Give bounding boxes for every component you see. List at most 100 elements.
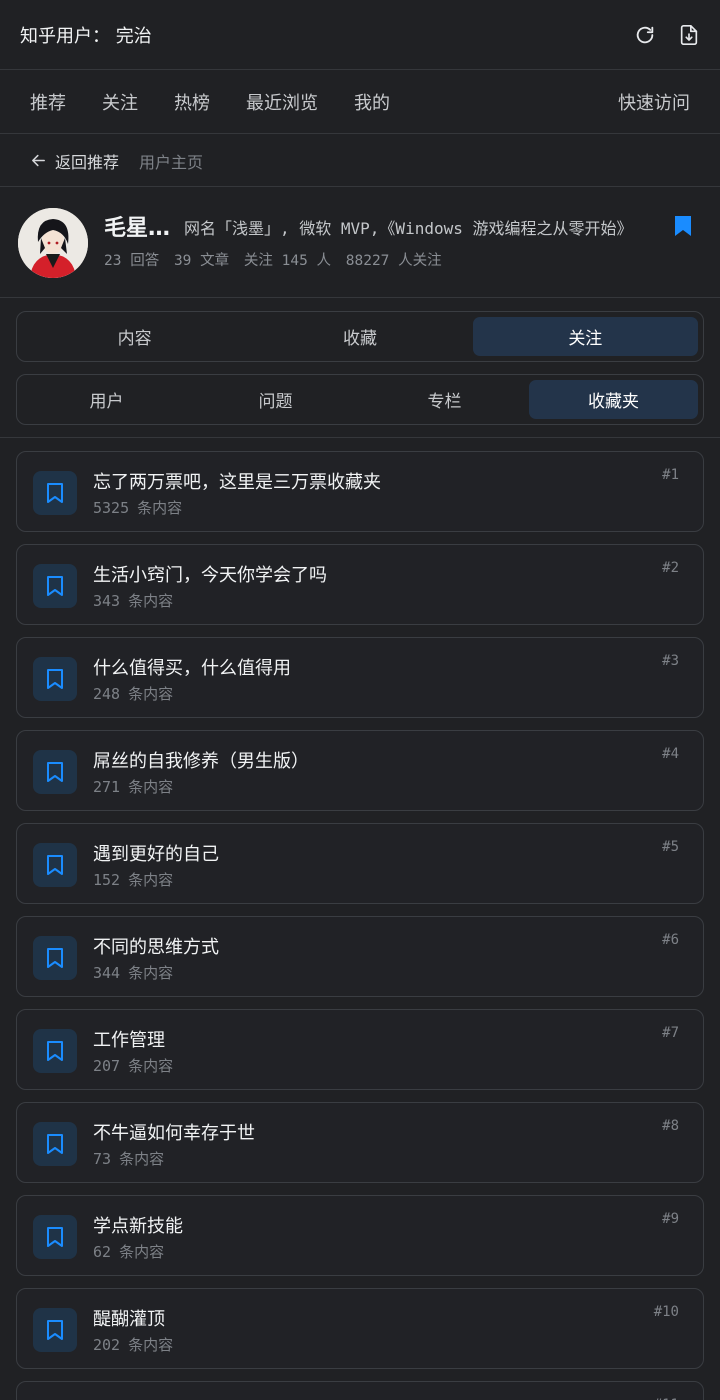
tab-content[interactable]: 内容 — [22, 317, 247, 356]
collection-card[interactable]: 不牛逼如何幸存于世 73 条内容 #8 — [16, 1102, 704, 1183]
collection-title: 不同的思维方式 — [93, 937, 219, 958]
stat-answers[interactable]: 23 回答 — [104, 253, 159, 269]
subtab-collections[interactable]: 收藏夹 — [529, 380, 698, 419]
tab-following[interactable]: 关注 — [472, 317, 698, 356]
collection-card[interactable]: #11 — [16, 1381, 704, 1400]
arrow-left-icon — [32, 154, 45, 167]
bookmark-icon[interactable] — [672, 214, 694, 238]
profile-header: 毛星… 网名「浅墨」, 微软 MVP,《Windows 游戏编程之从零开始》 2… — [0, 188, 720, 298]
bookmark-icon — [33, 1029, 77, 1073]
bookmark-icon — [33, 564, 77, 608]
collection-count-unit: 条内容 — [128, 685, 174, 703]
window-title: 知乎用户： 完治 — [20, 25, 152, 47]
collection-card[interactable]: 醍醐灌顶 202 条内容 #10 — [16, 1288, 704, 1369]
collection-card[interactable]: 生活小窍门，今天你学会了吗 343 条内容 #2 — [16, 544, 704, 625]
collection-count-number: 62 — [93, 1243, 112, 1261]
nav-tab-follow[interactable]: 关注 — [102, 89, 138, 115]
collection-count-unit: 条内容 — [128, 778, 174, 796]
collection-count-unit: 条内容 — [128, 592, 174, 610]
collection-count-unit: 条内容 — [119, 1150, 165, 1168]
collection-card[interactable]: 遇到更好的自己 152 条内容 #5 — [16, 823, 704, 904]
collection-title: 忘了两万票吧，这里是三万票收藏夹 — [93, 472, 381, 493]
collection-count: 5325 条内容 — [93, 497, 182, 518]
profile-name: 毛星… — [104, 216, 171, 241]
collection-rank: #10 — [653, 1304, 679, 1320]
subtab-columns[interactable]: 专栏 — [360, 380, 529, 419]
collection-rank: #5 — [662, 839, 679, 855]
main-tabs: 内容 收藏 关注 — [16, 311, 704, 362]
collection-count-number: 344 — [93, 964, 121, 982]
collection-rank: #1 — [662, 467, 679, 483]
main-nav: 推荐 关注 热榜 最近浏览 我的 快速访问 — [0, 71, 720, 134]
collection-title: 不牛逼如何幸存于世 — [93, 1123, 255, 1144]
collection-card[interactable]: 学点新技能 62 条内容 #9 — [16, 1195, 704, 1276]
collection-count: 152 条内容 — [93, 869, 173, 890]
nav-tab-mine[interactable]: 我的 — [354, 89, 390, 115]
collection-rank: #9 — [662, 1211, 679, 1227]
bookmark-icon — [33, 936, 77, 980]
collection-card[interactable]: 工作管理 207 条内容 #7 — [16, 1009, 704, 1090]
profile-stats: 23 回答 39 文章 关注 145 人 88227 人关注 — [104, 249, 448, 270]
collection-title: 醍醐灌顶 — [93, 1309, 165, 1330]
subtab-users[interactable]: 用户 — [22, 380, 191, 419]
collection-title: 屌丝的自我修养（男生版） — [93, 751, 309, 772]
collection-card[interactable]: 什么值得买，什么值得用 248 条内容 #3 — [16, 637, 704, 718]
collection-count-number: 271 — [93, 778, 121, 796]
collection-count: 343 条内容 — [93, 590, 173, 611]
collection-count-number: 207 — [93, 1057, 121, 1075]
collection-title: 生活小窍门，今天你学会了吗 — [93, 565, 327, 586]
refresh-icon[interactable] — [634, 24, 656, 46]
collection-count: 62 条内容 — [93, 1241, 164, 1262]
collection-count-number: 73 — [93, 1150, 112, 1168]
collection-rank: #4 — [662, 746, 679, 762]
bookmark-icon — [33, 1122, 77, 1166]
collection-rank: #7 — [662, 1025, 679, 1041]
collection-count-unit: 条内容 — [128, 964, 174, 982]
back-button[interactable]: 返回推荐 — [30, 149, 119, 173]
stat-following[interactable]: 关注 145 人 — [244, 253, 331, 269]
quick-access-button[interactable]: 快速访问 — [618, 89, 690, 115]
bookmark-icon — [33, 657, 77, 701]
bookmark-icon — [33, 471, 77, 515]
collection-card[interactable]: 屌丝的自我修养（男生版） 271 条内容 #4 — [16, 730, 704, 811]
subtab-questions[interactable]: 问题 — [191, 380, 360, 419]
collection-count-unit: 条内容 — [119, 1243, 165, 1261]
title-bar: 知乎用户： 完治 — [0, 0, 720, 70]
download-icon[interactable] — [678, 24, 700, 46]
bookmark-icon — [33, 750, 77, 794]
collection-count: 344 条内容 — [93, 962, 173, 983]
collection-count-number: 5325 — [93, 499, 130, 517]
breadcrumb: 返回推荐 用户主页 — [0, 135, 720, 187]
nav-tab-hot[interactable]: 热榜 — [174, 89, 210, 115]
avatar[interactable] — [18, 208, 88, 278]
bookmark-icon — [33, 1308, 77, 1352]
collection-card[interactable]: 忘了两万票吧，这里是三万票收藏夹 5325 条内容 #1 — [16, 451, 704, 532]
collection-title: 什么值得买，什么值得用 — [93, 658, 291, 679]
nav-tab-recent[interactable]: 最近浏览 — [246, 89, 318, 115]
tab-favorites[interactable]: 收藏 — [247, 317, 472, 356]
collection-count-number: 343 — [93, 592, 121, 610]
stat-articles[interactable]: 39 文章 — [174, 253, 229, 269]
collection-rank: #3 — [662, 653, 679, 669]
collection-count-number: 248 — [93, 685, 121, 703]
collection-count-number: 152 — [93, 871, 121, 889]
collection-count-unit: 条内容 — [128, 871, 174, 889]
divider — [0, 437, 720, 438]
bookmark-icon — [33, 1215, 77, 1259]
breadcrumb-current: 用户主页 — [139, 152, 204, 172]
collection-title: 学点新技能 — [93, 1216, 183, 1237]
collection-rank: #6 — [662, 932, 679, 948]
stat-followers[interactable]: 88227 人关注 — [346, 253, 442, 269]
back-label: 返回推荐 — [55, 152, 120, 172]
collection-count: 248 条内容 — [93, 683, 173, 704]
collection-count: 271 条内容 — [93, 776, 173, 797]
nav-tab-recommend[interactable]: 推荐 — [30, 89, 66, 115]
collection-count-number: 202 — [93, 1336, 121, 1354]
collection-rank: #8 — [662, 1118, 679, 1134]
collection-count-unit: 条内容 — [128, 1336, 174, 1354]
collection-count: 73 条内容 — [93, 1148, 164, 1169]
collection-count-unit: 条内容 — [137, 499, 183, 517]
sub-tabs: 用户 问题 专栏 收藏夹 — [16, 374, 704, 425]
collection-rank: #2 — [662, 560, 679, 576]
collection-card[interactable]: 不同的思维方式 344 条内容 #6 — [16, 916, 704, 997]
